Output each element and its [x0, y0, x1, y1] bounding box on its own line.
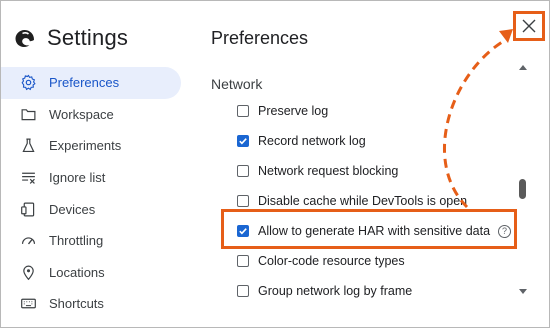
checkbox-checked[interactable]	[237, 135, 249, 147]
option-label: Record network log	[258, 134, 366, 148]
sidebar-item-devices[interactable]: Devices	[1, 193, 181, 225]
location-pin-icon	[19, 263, 37, 281]
option-label: Preserve log	[258, 104, 329, 118]
settings-main: Preferences Network Preserve log Record …	[191, 1, 550, 328]
settings-window: Settings Preferences Workspace Experimen…	[0, 0, 550, 328]
app-title: Settings	[47, 25, 129, 50]
edge-logo-icon	[15, 30, 34, 47]
option-group-network-log-by-frame[interactable]: Group network log by frame	[237, 281, 412, 301]
scroll-down-arrow-icon[interactable]	[518, 288, 528, 296]
checkbox[interactable]	[237, 255, 249, 267]
devices-icon	[19, 200, 37, 218]
scroll-up-arrow-icon[interactable]	[518, 63, 528, 71]
highlight-box	[221, 209, 517, 249]
scrollbar-thumb[interactable]	[519, 179, 526, 199]
checkbox[interactable]	[237, 165, 249, 177]
checkmark-icon	[239, 138, 247, 145]
page-title: Preferences	[211, 28, 309, 48]
settings-sidebar: Settings Preferences Workspace Experimen…	[1, 1, 191, 328]
checkbox[interactable]	[237, 195, 249, 207]
option-label: Color-code resource types	[258, 254, 405, 268]
sidebar-nav: Preferences Workspace Experiments Ignore…	[1, 67, 181, 320]
sidebar-item-workspace[interactable]: Workspace	[1, 99, 181, 131]
section-title-network: Network	[211, 76, 263, 92]
option-label: Group network log by frame	[258, 284, 413, 298]
folder-icon	[19, 105, 37, 123]
sidebar-item-throttling[interactable]: Throttling	[1, 225, 181, 257]
checkbox[interactable]	[237, 105, 249, 117]
app-header: Settings	[13, 25, 128, 51]
sidebar-item-label: Shortcuts	[49, 296, 104, 312]
option-disable-cache[interactable]: Disable cache while DevTools is open	[237, 191, 467, 211]
checkbox[interactable]	[237, 285, 249, 297]
close-icon	[522, 19, 536, 33]
sidebar-item-label: Workspace	[49, 106, 114, 122]
speedometer-icon	[19, 232, 37, 250]
keyboard-icon	[19, 295, 37, 313]
option-label: Network request blocking	[258, 164, 399, 178]
sidebar-item-label: Devices	[49, 201, 96, 217]
sidebar-item-label: Preferences	[49, 75, 120, 91]
option-color-code-resource-types[interactable]: Color-code resource types	[237, 251, 405, 271]
ignore-list-icon	[19, 169, 37, 187]
option-network-request-blocking[interactable]: Network request blocking	[237, 161, 398, 181]
sidebar-item-shortcuts[interactable]: Shortcuts	[1, 288, 181, 320]
sidebar-item-label: Throttling	[49, 233, 104, 249]
sidebar-item-label: Ignore list	[49, 170, 106, 186]
sidebar-item-ignore-list[interactable]: Ignore list	[1, 162, 181, 194]
sidebar-item-label: Experiments	[49, 138, 122, 154]
gear-icon	[19, 74, 37, 92]
sidebar-item-experiments[interactable]: Experiments	[1, 130, 181, 162]
flask-icon	[19, 137, 37, 155]
close-button[interactable]	[513, 11, 545, 41]
option-record-network-log[interactable]: Record network log	[237, 131, 366, 151]
option-preserve-log[interactable]: Preserve log	[237, 101, 328, 121]
sidebar-item-preferences[interactable]: Preferences	[1, 67, 181, 99]
sidebar-item-locations[interactable]: Locations	[1, 257, 181, 289]
option-label: Disable cache while DevTools is open	[258, 194, 468, 208]
sidebar-item-label: Locations	[49, 264, 105, 280]
